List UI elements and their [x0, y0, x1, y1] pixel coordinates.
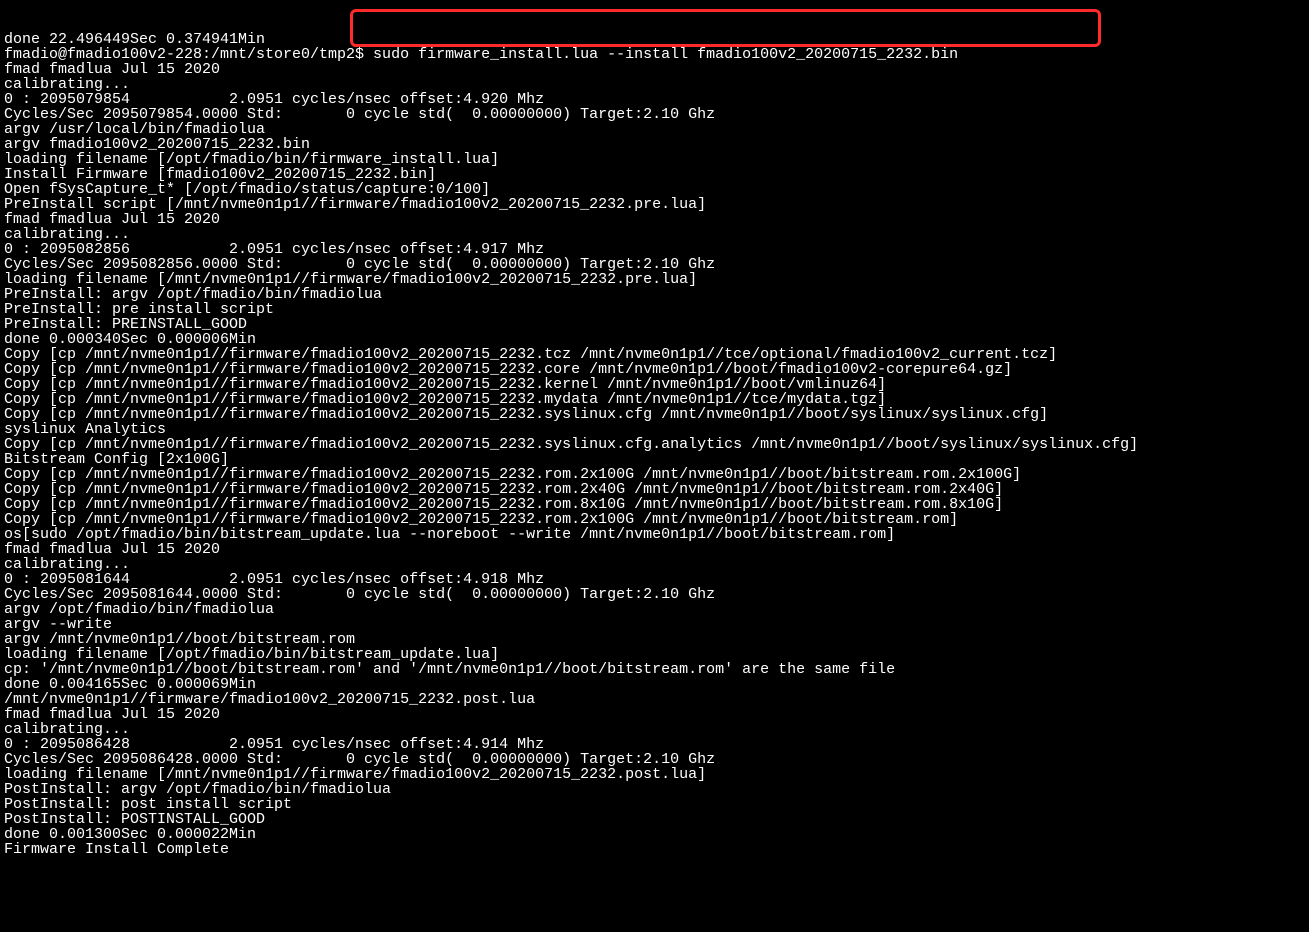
terminal-line: syslinux Analytics	[4, 422, 1309, 437]
terminal-line: Bitstream Config [2x100G]	[4, 452, 1309, 467]
terminal-line: Cycles/Sec 2095086428.0000 Std: 0 cycle …	[4, 752, 1309, 767]
terminal-line: done 22.496449Sec 0.374941Min	[4, 32, 1309, 47]
terminal-line: Copy [cp /mnt/nvme0n1p1//firmware/fmadio…	[4, 482, 1309, 497]
terminal-line: Copy [cp /mnt/nvme0n1p1//firmware/fmadio…	[4, 497, 1309, 512]
terminal-line: done 0.001300Sec 0.000022Min	[4, 827, 1309, 842]
terminal-line: loading filename [/mnt/nvme0n1p1//firmwa…	[4, 767, 1309, 782]
terminal-line: calibrating...	[4, 227, 1309, 242]
terminal-output: done 22.496449Sec 0.374941Minfmadio@fmad…	[4, 32, 1309, 857]
terminal-line: Copy [cp /mnt/nvme0n1p1//firmware/fmadio…	[4, 407, 1309, 422]
terminal-line: cp: '/mnt/nvme0n1p1//boot/bitstream.rom'…	[4, 662, 1309, 677]
terminal-line: PreInstall script [/mnt/nvme0n1p1//firmw…	[4, 197, 1309, 212]
terminal-line: 0 : 2095082856 2.0951 cycles/nsec offset…	[4, 242, 1309, 257]
terminal-line: PostInstall: post install script	[4, 797, 1309, 812]
terminal-line: loading filename [/opt/fmadio/bin/firmwa…	[4, 152, 1309, 167]
terminal-line: fmad fmadlua Jul 15 2020	[4, 707, 1309, 722]
terminal-line: fmad fmadlua Jul 15 2020	[4, 62, 1309, 77]
terminal-line: Cycles/Sec 2095082856.0000 Std: 0 cycle …	[4, 257, 1309, 272]
terminal-line: Copy [cp /mnt/nvme0n1p1//firmware/fmadio…	[4, 512, 1309, 527]
terminal-line: PreInstall: argv /opt/fmadio/bin/fmadiol…	[4, 287, 1309, 302]
terminal-line: Cycles/Sec 2095081644.0000 Std: 0 cycle …	[4, 587, 1309, 602]
terminal-line: PostInstall: argv /opt/fmadio/bin/fmadio…	[4, 782, 1309, 797]
terminal-line: calibrating...	[4, 557, 1309, 572]
terminal-line: PostInstall: POSTINSTALL_GOOD	[4, 812, 1309, 827]
terminal-line: 0 : 2095086428 2.0951 cycles/nsec offset…	[4, 737, 1309, 752]
terminal-line: fmad fmadlua Jul 15 2020	[4, 212, 1309, 227]
terminal-line: Copy [cp /mnt/nvme0n1p1//firmware/fmadio…	[4, 347, 1309, 362]
terminal-line: Firmware Install Complete	[4, 842, 1309, 857]
terminal-line: Install Firmware [fmadio100v2_20200715_2…	[4, 167, 1309, 182]
terminal-line: loading filename [/opt/fmadio/bin/bitstr…	[4, 647, 1309, 662]
terminal-line: argv --write	[4, 617, 1309, 632]
terminal-line: fmadio@fmadio100v2-228:/mnt/store0/tmp2$…	[4, 47, 1309, 62]
terminal-line: Copy [cp /mnt/nvme0n1p1//firmware/fmadio…	[4, 392, 1309, 407]
terminal-line: /mnt/nvme0n1p1//firmware/fmadio100v2_202…	[4, 692, 1309, 707]
terminal-line: calibrating...	[4, 77, 1309, 92]
terminal-line: Copy [cp /mnt/nvme0n1p1//firmware/fmadio…	[4, 362, 1309, 377]
terminal-line: fmad fmadlua Jul 15 2020	[4, 542, 1309, 557]
terminal-line: argv fmadio100v2_20200715_2232.bin	[4, 137, 1309, 152]
terminal-line: 0 : 2095081644 2.0951 cycles/nsec offset…	[4, 572, 1309, 587]
terminal-line: loading filename [/mnt/nvme0n1p1//firmwa…	[4, 272, 1309, 287]
terminal-line: Open fSysCapture_t* [/opt/fmadio/status/…	[4, 182, 1309, 197]
terminal-line: PreInstall: PREINSTALL_GOOD	[4, 317, 1309, 332]
terminal-line: Copy [cp /mnt/nvme0n1p1//firmware/fmadio…	[4, 377, 1309, 392]
terminal-line: Copy [cp /mnt/nvme0n1p1//firmware/fmadio…	[4, 437, 1309, 452]
terminal-line: argv /opt/fmadio/bin/fmadiolua	[4, 602, 1309, 617]
terminal-line: 0 : 2095079854 2.0951 cycles/nsec offset…	[4, 92, 1309, 107]
terminal-line: done 0.004165Sec 0.000069Min	[4, 677, 1309, 692]
terminal-line: argv /usr/local/bin/fmadiolua	[4, 122, 1309, 137]
terminal[interactable]: done 22.496449Sec 0.374941Minfmadio@fmad…	[0, 0, 1309, 887]
terminal-line: argv /mnt/nvme0n1p1//boot/bitstream.rom	[4, 632, 1309, 647]
terminal-line: PreInstall: pre install script	[4, 302, 1309, 317]
terminal-line: Copy [cp /mnt/nvme0n1p1//firmware/fmadio…	[4, 467, 1309, 482]
terminal-line: calibrating...	[4, 722, 1309, 737]
terminal-line: done 0.000340Sec 0.000006Min	[4, 332, 1309, 347]
terminal-line: Cycles/Sec 2095079854.0000 Std: 0 cycle …	[4, 107, 1309, 122]
terminal-line: os[sudo /opt/fmadio/bin/bitstream_update…	[4, 527, 1309, 542]
